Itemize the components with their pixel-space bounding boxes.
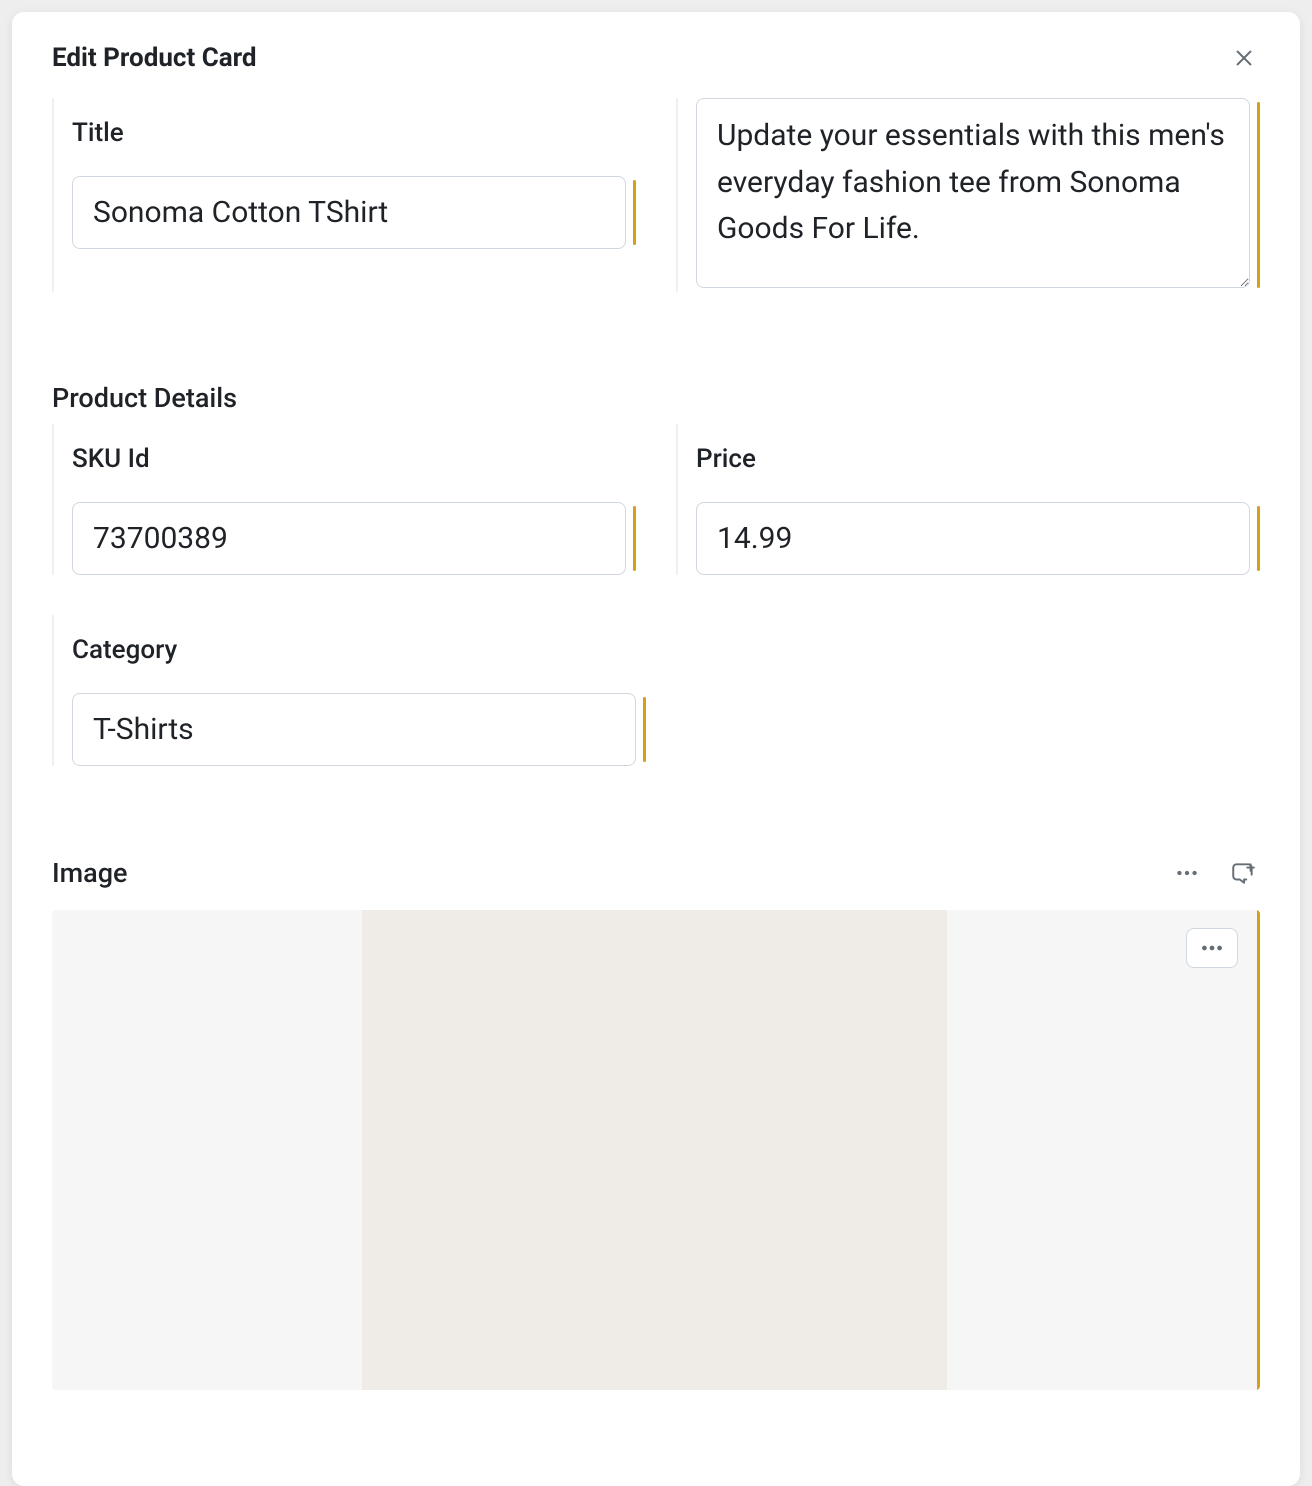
spacer bbox=[52, 766, 1260, 856]
description-textarea[interactable] bbox=[696, 98, 1250, 288]
image-pad-right bbox=[947, 910, 1257, 1390]
spacer bbox=[52, 292, 1260, 382]
sku-input[interactable] bbox=[72, 502, 626, 575]
accent-bar bbox=[633, 506, 636, 571]
add-comment-button[interactable] bbox=[1226, 856, 1260, 890]
close-button[interactable] bbox=[1228, 42, 1260, 74]
image-center-bg bbox=[362, 910, 947, 1390]
title-input[interactable] bbox=[72, 176, 626, 249]
details-row-2: Category bbox=[52, 615, 1260, 766]
price-label: Price bbox=[696, 444, 1260, 474]
description-input-wrap bbox=[696, 98, 1260, 292]
sku-label: SKU Id bbox=[72, 444, 636, 474]
description-field-block bbox=[676, 98, 1260, 292]
ellipsis-icon bbox=[1174, 860, 1200, 886]
product-image-frame bbox=[52, 910, 1260, 1390]
category-label: Category bbox=[72, 635, 646, 665]
product-details-heading: Product Details bbox=[52, 382, 1260, 414]
empty-col bbox=[686, 615, 1260, 766]
image-overflow-button[interactable] bbox=[1186, 928, 1238, 968]
spacer bbox=[52, 575, 1260, 615]
more-actions-button[interactable] bbox=[1170, 856, 1204, 890]
category-input[interactable] bbox=[72, 693, 636, 766]
price-input[interactable] bbox=[696, 502, 1250, 575]
close-icon bbox=[1233, 47, 1255, 69]
sku-field-block: SKU Id bbox=[52, 424, 636, 575]
modal-header: Edit Product Card bbox=[12, 12, 1300, 98]
title-input-wrap bbox=[72, 176, 636, 249]
accent-bar bbox=[1257, 506, 1260, 571]
modal-body[interactable]: Title Product Details SKU Id bbox=[12, 98, 1300, 1486]
edit-product-modal: Edit Product Card Title bbox=[12, 12, 1300, 1486]
price-field-block: Price bbox=[676, 424, 1260, 575]
image-section-title: Image bbox=[52, 857, 128, 889]
basic-info-row: Title bbox=[52, 98, 1260, 292]
sku-input-wrap bbox=[72, 502, 636, 575]
title-field-block: Title bbox=[52, 98, 636, 292]
accent-bar bbox=[1257, 102, 1260, 288]
image-section-actions bbox=[1170, 856, 1260, 890]
category-field-block: Category bbox=[52, 615, 646, 766]
ellipsis-icon bbox=[1199, 935, 1225, 961]
image-pad-left bbox=[52, 910, 362, 1390]
comment-plus-icon bbox=[1230, 860, 1256, 886]
modal-title: Edit Product Card bbox=[52, 43, 257, 73]
details-row-1: SKU Id Price bbox=[52, 424, 1260, 575]
price-input-wrap bbox=[696, 502, 1260, 575]
accent-bar bbox=[633, 180, 636, 245]
image-section-header: Image bbox=[52, 856, 1260, 890]
category-input-wrap bbox=[72, 693, 646, 766]
accent-bar bbox=[1257, 910, 1260, 1390]
accent-bar bbox=[643, 697, 646, 762]
title-label: Title bbox=[72, 118, 636, 148]
